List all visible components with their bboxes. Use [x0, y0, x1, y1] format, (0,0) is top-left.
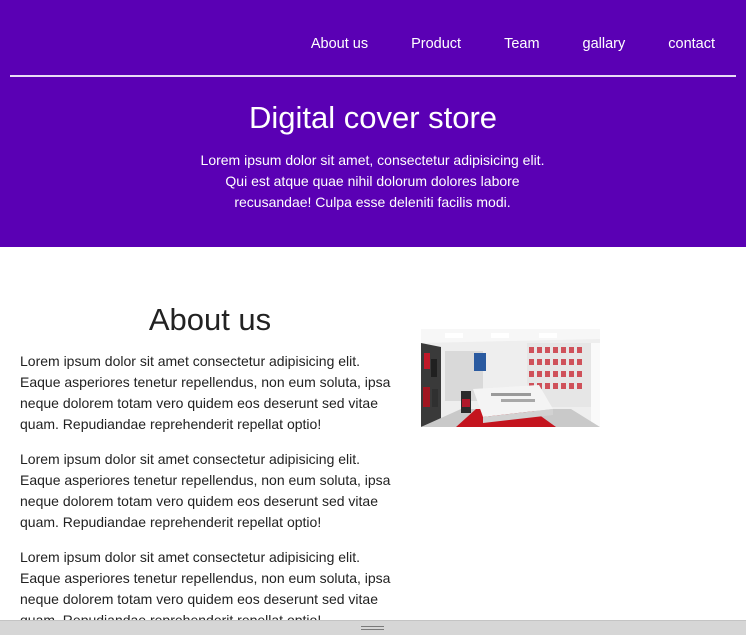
nav-team-link[interactable]: Team [504, 35, 539, 53]
store-interior-image [421, 329, 600, 427]
nav-product-link[interactable]: Product [411, 35, 461, 53]
about-title: About us [148, 302, 272, 337]
hero-description: Lorem ipsum dolor sit amet, consectetur … [200, 152, 545, 210]
about-text-column: Lorem ipsum dolor sit amet consectetur a… [20, 351, 395, 635]
about-paragraph: Lorem ipsum dolor sit amet consectetur a… [20, 549, 391, 628]
grip-lines-icon[interactable] [361, 626, 384, 632]
about-paragraph: Lorem ipsum dolor sit amet consectetur a… [20, 353, 391, 432]
page: About us Product Team gallary contact Di… [0, 0, 746, 635]
about-paragraph: Lorem ipsum dolor sit amet consectetur a… [20, 451, 391, 530]
nav-gallary-link[interactable]: gallary [583, 35, 626, 53]
nav-contact-link[interactable]: contact [668, 35, 715, 53]
top-nav: About us Product Team gallary contact [268, 35, 715, 53]
hero-title: Digital cover store [248, 100, 498, 135]
hero-section: About us Product Team gallary contact Di… [0, 0, 746, 247]
horizontal-scrollbar[interactable] [0, 620, 746, 635]
nav-about-us-link[interactable]: About us [311, 35, 368, 53]
nav-divider [10, 75, 736, 77]
